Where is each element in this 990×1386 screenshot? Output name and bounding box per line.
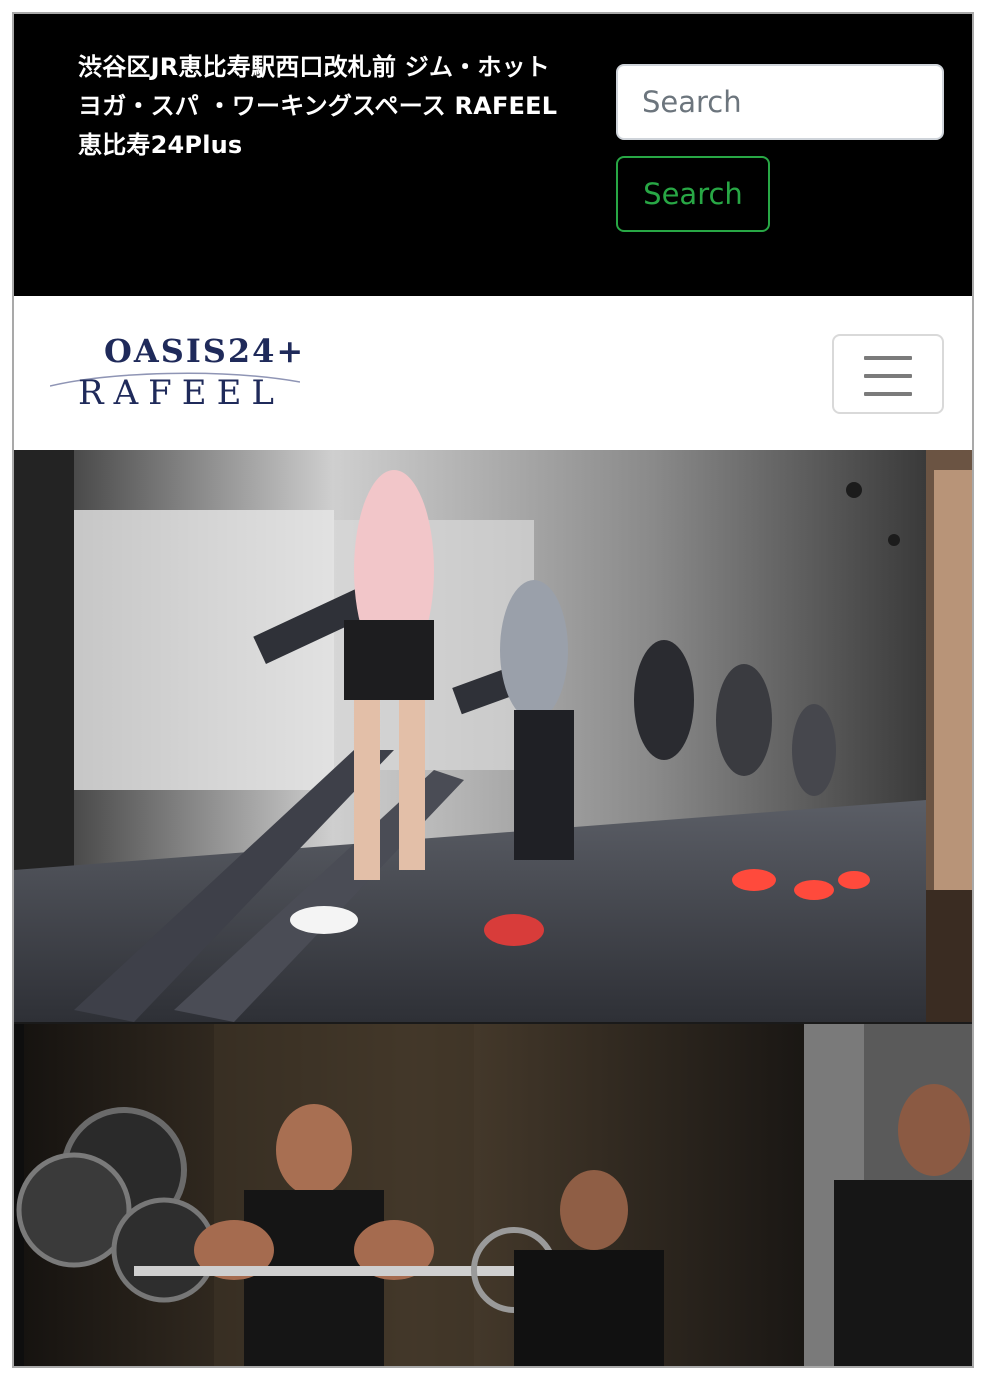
treadmill-runners-photo xyxy=(14,450,926,1022)
search-input[interactable] xyxy=(616,64,944,140)
site-title-line-2: ヨガ・スパ ・ワーキングスペース RAFEEL xyxy=(78,92,558,120)
side-photo-top xyxy=(926,450,972,1022)
oasis-rafeel-logo-icon: OASIS24+ RAFEEL xyxy=(49,332,303,413)
side-photo-bottom xyxy=(804,1024,972,1366)
weight-training-photo xyxy=(14,1024,804,1366)
logo-text-oasis: OASIS24+ xyxy=(104,332,300,370)
top-header-bar: 渋谷区JR恵比寿駅西口改札前 ジム・ホット ヨガ・スパ ・ワーキングスペース R… xyxy=(14,14,972,296)
browser-viewport: 渋谷区JR恵比寿駅西口改札前 ジム・ホット ヨガ・スパ ・ワーキングスペース R… xyxy=(12,12,974,1368)
hero-image-collage xyxy=(14,450,972,1366)
logo-text-rafeel: RAFEEL xyxy=(78,373,284,413)
site-title-line-1: 渋谷区JR恵比寿駅西口改札前 ジム・ホット xyxy=(78,53,550,81)
navbar-toggler-button[interactable] xyxy=(832,334,944,414)
site-title-line-3: 恵比寿24Plus xyxy=(78,131,243,159)
search-button[interactable]: Search xyxy=(616,156,770,232)
brand-logo[interactable]: OASIS24+ RAFEEL xyxy=(49,324,303,414)
site-title[interactable]: 渋谷区JR恵比寿駅西口改札前 ジム・ホット ヨガ・スパ ・ワーキングスペース R… xyxy=(78,48,598,165)
navbar: OASIS24+ RAFEEL xyxy=(14,296,972,450)
hero-photos xyxy=(14,450,972,1366)
